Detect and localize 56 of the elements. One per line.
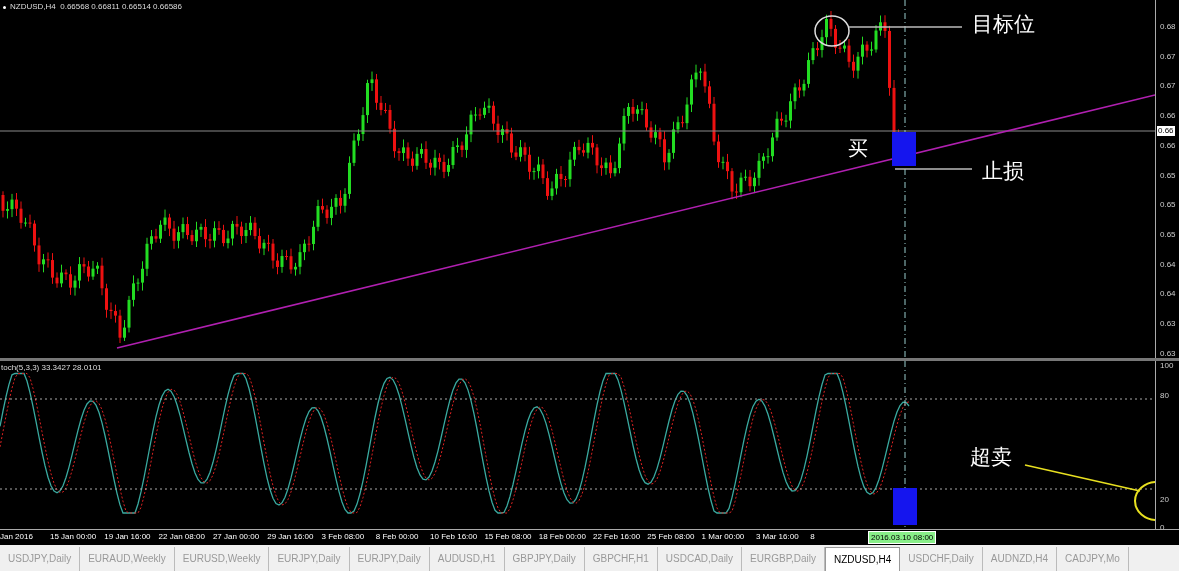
stop-loss-label: 止损 <box>982 160 1024 181</box>
level-tick: 20 <box>1160 496 1169 504</box>
price-tick: 0.63 <box>1160 349 1176 358</box>
time-tick: 10 Feb 16:00 <box>430 533 478 541</box>
price-tick: 0.65 <box>1160 230 1176 239</box>
time-tick: 8 <box>810 533 815 541</box>
time-tick: 8 Feb 00:00 <box>375 533 419 541</box>
cursor-time-label: 2016.03.10 08:00 <box>868 531 937 544</box>
chart-tab[interactable]: GBPCHF,H1 <box>584 547 658 571</box>
time-tick: 22 Jan 08:00 <box>158 533 205 541</box>
chart-tab[interactable]: EURUSD,Weekly <box>174 547 270 571</box>
chart-tab[interactable]: EURJPY,Daily <box>349 547 430 571</box>
chart-tab[interactable]: EURAUD,Weekly <box>80 547 175 571</box>
time-tick: 1 Mar 00:00 <box>701 533 745 541</box>
oversold-label: 超卖 <box>970 446 1012 467</box>
target-circle <box>814 15 850 47</box>
buy-label: 买 <box>848 138 868 158</box>
time-tick: 27 Jan 00:00 <box>212 533 260 541</box>
price-tick: 0.65 <box>1160 171 1176 180</box>
chart-tab[interactable]: USDCHF,Daily <box>900 547 983 571</box>
price-tick: 0.64 <box>1160 260 1176 269</box>
chart-tab[interactable]: AUDNZD,H4 <box>982 547 1058 571</box>
time-tick: 29 Jan 16:00 <box>267 533 314 541</box>
chart-tab[interactable]: AUDUSD,H1 <box>429 547 505 571</box>
current-price-label: 0.66 <box>1157 126 1175 136</box>
chart-tab[interactable]: USDJPY,Daily <box>0 547 81 571</box>
price-tick: 0.67 <box>1160 82 1176 91</box>
time-tick: 15 Jan 00:00 <box>50 533 97 541</box>
time-tick: 3 Feb 08:00 <box>321 533 365 541</box>
oscillator-header: toch(5,3,3) 33.3427 28.0101 <box>1 364 102 372</box>
price-tick: 0.68 <box>1160 23 1176 31</box>
level-tick: 100 <box>1160 362 1174 370</box>
price-tick: 0.63 <box>1160 320 1176 328</box>
buy-zone-marker <box>892 132 916 166</box>
chart-tab[interactable]: EURJPY,Daily <box>269 547 350 571</box>
oversold-zone-marker <box>893 488 917 525</box>
price-tick: 0.65 <box>1160 201 1176 210</box>
target-label: 目标位 <box>972 13 1035 34</box>
chart-tab[interactable]: GBPJPY,Daily <box>504 547 585 571</box>
time-tick: 22 Feb 16:00 <box>593 533 641 541</box>
price-tick: 0.66 <box>1160 112 1176 121</box>
chart-tab[interactable]: NZDUSD,H4 <box>825 547 901 571</box>
time-tick: 3 Mar 16:00 <box>755 533 799 541</box>
price-tick: 0.67 <box>1160 52 1176 61</box>
chart-tab[interactable]: CADJPY,Mo <box>1057 547 1129 571</box>
price-tick: 0.66 <box>1160 141 1176 150</box>
chart-tab[interactable]: USDCAD,Daily <box>657 547 743 571</box>
time-tick: 18 Feb 00:00 <box>538 533 586 541</box>
time-tick: Jan 2016 <box>0 533 33 541</box>
price-tick: 0.64 <box>1160 290 1176 299</box>
chart-header: NZDUSD,H4 0.66568 0.66811 0.66514 0.66586 <box>10 3 182 11</box>
bullet-icon <box>3 5 6 9</box>
level-tick: 80 <box>1160 392 1169 400</box>
time-tick: 15 Feb 08:00 <box>484 533 532 541</box>
time-tick: 19 Jan 16:00 <box>104 533 151 541</box>
time-tick: 25 Feb 08:00 <box>647 533 695 541</box>
